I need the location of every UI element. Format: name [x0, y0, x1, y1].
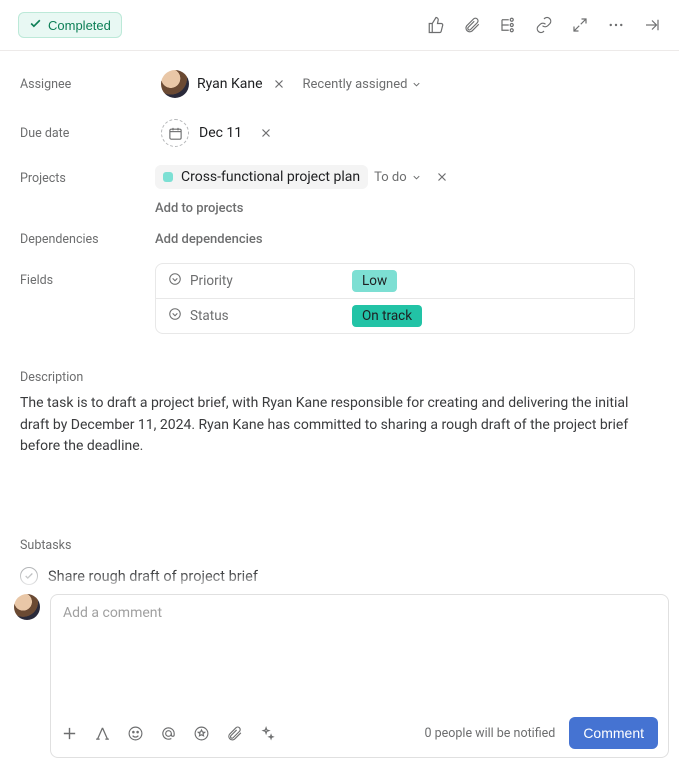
assignee-row: Assignee Ryan Kane Recently assigned: [20, 59, 659, 109]
completed-label: Completed: [48, 18, 111, 33]
add-dependencies-button[interactable]: Add dependencies: [155, 232, 263, 247]
link-icon[interactable]: [535, 16, 553, 34]
project-name: Cross-functional project plan: [181, 169, 360, 185]
comment-toolbar-right: 0 people will be notified Comment: [424, 717, 658, 749]
fields-label: Fields: [20, 263, 155, 288]
topbar-actions: [427, 16, 661, 34]
remove-project-button[interactable]: [432, 167, 452, 187]
description-heading: Description: [20, 370, 659, 385]
fullscreen-icon[interactable]: [571, 16, 589, 34]
projects-row: Projects Cross-functional project plan T…: [20, 157, 659, 224]
priority-label: Priority: [190, 273, 233, 289]
topbar: Completed: [0, 0, 679, 51]
comment-button[interactable]: Comment: [569, 717, 658, 749]
projects-label: Projects: [20, 165, 155, 186]
remove-due-date-button[interactable]: [256, 123, 276, 143]
check-icon: [29, 17, 42, 33]
priority-field-key: Priority: [156, 264, 346, 298]
status-field-value[interactable]: On track: [346, 299, 634, 333]
add-to-projects-button[interactable]: Add to projects: [155, 201, 452, 216]
dependencies-row: Dependencies Add dependencies: [20, 224, 659, 255]
notify-text[interactable]: 0 people will be notified: [424, 726, 555, 741]
emoji-icon[interactable]: [127, 725, 144, 742]
remove-assignee-button[interactable]: [269, 74, 289, 94]
attachment-icon[interactable]: [226, 725, 243, 742]
close-panel-icon[interactable]: [643, 16, 661, 34]
project-column-label: To do: [374, 170, 407, 185]
subtask-check-icon[interactable]: [20, 567, 38, 585]
calendar-icon: [161, 119, 189, 147]
status-field-row: Status On track: [156, 299, 634, 333]
chevron-down-icon: [411, 79, 422, 90]
text-format-icon[interactable]: [94, 725, 111, 742]
due-date-chip[interactable]: Dec 11: [155, 117, 248, 149]
due-date-label: Due date: [20, 126, 155, 141]
mention-icon[interactable]: [160, 725, 177, 742]
subtask-title: Share rough draft of project brief: [48, 568, 258, 585]
comment-area: Add a comment: [0, 586, 679, 766]
priority-pill: Low: [352, 270, 397, 292]
assignee-name: Ryan Kane: [197, 76, 263, 92]
assignee-label: Assignee: [20, 77, 155, 92]
due-date-row: Due date Dec 11: [20, 109, 659, 157]
project-column-dropdown[interactable]: To do: [374, 170, 422, 185]
comment-toolbar-left: [61, 725, 276, 742]
plus-icon[interactable]: [61, 725, 78, 742]
dependencies-label: Dependencies: [20, 232, 155, 247]
recently-assigned-label: Recently assigned: [303, 77, 408, 92]
avatar: [14, 594, 40, 620]
status-label: Status: [190, 308, 229, 324]
like-icon[interactable]: [427, 16, 445, 34]
dropdown-field-icon: [168, 307, 182, 325]
project-chip[interactable]: Cross-functional project plan: [155, 165, 368, 189]
custom-fields-row: Fields Priority Low Status: [20, 255, 659, 342]
status-field-key: Status: [156, 299, 346, 333]
custom-fields-table: Priority Low Status On track: [155, 263, 635, 334]
description-text[interactable]: The task is to draft a project brief, wi…: [20, 393, 659, 458]
priority-field-row: Priority Low: [156, 264, 634, 299]
assignee-chip[interactable]: Ryan Kane: [155, 67, 269, 101]
ai-sparkle-icon[interactable]: [259, 725, 276, 742]
recently-assigned-dropdown[interactable]: Recently assigned: [303, 77, 423, 92]
avatar: [161, 70, 189, 98]
project-color-dot: [163, 172, 173, 182]
due-date-text: Dec 11: [199, 125, 242, 141]
comment-box: Add a comment: [50, 594, 669, 758]
comment-input[interactable]: Add a comment: [51, 595, 668, 709]
attachment-icon[interactable]: [463, 16, 481, 34]
chevron-down-icon: [411, 172, 422, 183]
task-body: Assignee Ryan Kane Recently assigned Due…: [0, 51, 679, 591]
subtask-icon[interactable]: [499, 16, 517, 34]
comment-toolbar: 0 people will be notified Comment: [51, 709, 668, 757]
more-icon[interactable]: [607, 16, 625, 34]
subtasks-heading: Subtasks: [20, 538, 659, 553]
star-icon[interactable]: [193, 725, 210, 742]
status-pill: On track: [352, 305, 422, 327]
priority-field-value[interactable]: Low: [346, 264, 634, 298]
dropdown-field-icon: [168, 272, 182, 290]
completed-button[interactable]: Completed: [18, 12, 122, 38]
